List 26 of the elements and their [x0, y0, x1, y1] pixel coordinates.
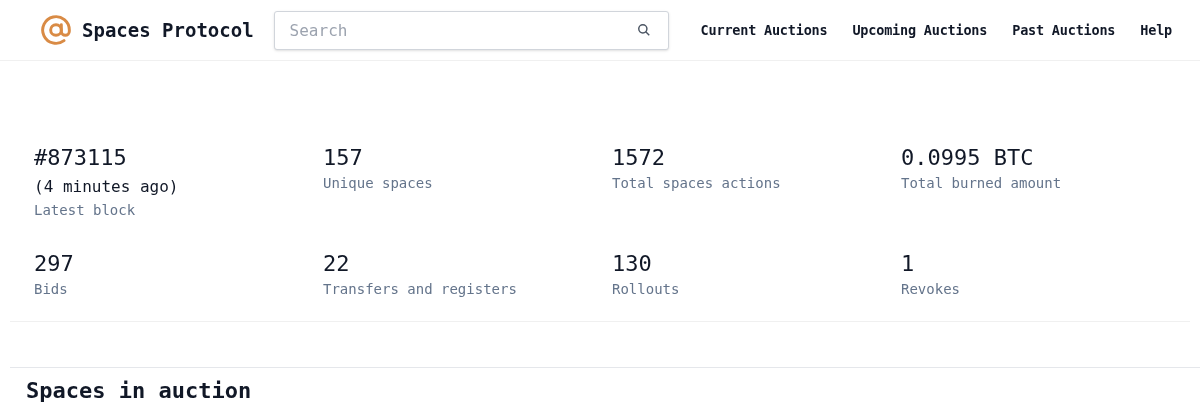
stat-value: 157: [323, 144, 364, 172]
nav-link[interactable]: Upcoming Auctions: [852, 19, 988, 41]
stat-value: 297: [34, 250, 75, 278]
stat-label: Revokes: [901, 280, 961, 299]
stat-label: Total spaces actions: [612, 174, 782, 193]
stat-value: 130: [612, 250, 653, 278]
stat-label: Total burned amount: [901, 174, 1063, 193]
logo-text[interactable]: Spaces Protocol: [82, 15, 254, 45]
section-title: Spaces in auction: [26, 378, 253, 403]
search-icon[interactable]: [636, 22, 651, 37]
stat-label: Bids: [34, 280, 69, 299]
at-sign-logo-icon: [40, 14, 72, 46]
nav-link[interactable]: Help: [1140, 19, 1172, 41]
stat-value: 1: [901, 250, 916, 278]
nav-link[interactable]: Past Auctions: [1012, 19, 1116, 41]
stat-value: 22: [323, 250, 351, 278]
stat-value: #873115: [34, 144, 128, 172]
stat-label: Rollouts: [612, 280, 681, 299]
stat-value: 1572: [612, 144, 666, 172]
stat-label: Transfers and registers: [323, 280, 518, 299]
stat-label: Latest block: [34, 201, 137, 220]
nav-link[interactable]: Current Auctions: [700, 19, 828, 41]
stat-label: Unique spaces: [323, 174, 434, 193]
stat-value: 0.0995 BTC: [901, 144, 1035, 172]
stat-note: (4 minutes ago): [34, 176, 180, 198]
search-field[interactable]: Search: [273, 10, 669, 50]
